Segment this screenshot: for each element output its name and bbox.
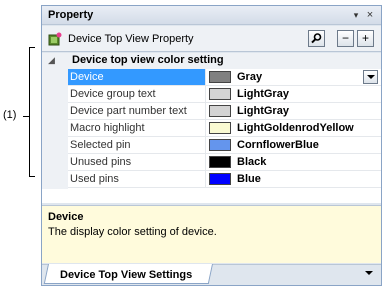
annotation-label: (1) xyxy=(3,109,17,121)
pin-icon[interactable]: ▾ xyxy=(351,10,361,21)
property-value[interactable]: Black xyxy=(237,154,266,170)
property-value[interactable]: CornflowerBlue xyxy=(237,137,319,153)
panel-toolbar: Device Top View Property − + xyxy=(42,26,381,52)
tab-bar: Device Top View Settings xyxy=(42,264,381,285)
property-row-device-part-number-text[interactable]: Device part number text LightGray xyxy=(68,103,381,120)
chevron-down-icon xyxy=(367,75,375,79)
property-row-device[interactable]: Device Gray xyxy=(68,69,381,86)
property-name: Macro highlight xyxy=(68,120,206,136)
grid-left-margin xyxy=(42,69,68,189)
color-swatch xyxy=(209,71,231,83)
property-row-device-group-text[interactable]: Device group text LightGray xyxy=(68,86,381,103)
description-text: The display color setting of device. xyxy=(48,226,217,238)
property-panel: Property ▾ × Device Top View Property − … xyxy=(41,5,382,286)
description-title: Device xyxy=(48,211,84,223)
property-value[interactable]: LightGray xyxy=(237,86,289,102)
property-grid: ◢ Device top view color setting Device G… xyxy=(42,53,381,203)
property-name: Unused pins xyxy=(68,154,206,170)
property-row-macro-highlight[interactable]: Macro highlight LightGoldenrodYellow xyxy=(68,120,381,137)
property-value[interactable]: Blue xyxy=(237,171,261,187)
toolbar-title: Device Top View Property xyxy=(68,33,194,45)
property-row-unused-pins[interactable]: Unused pins Black xyxy=(68,154,381,171)
collapse-all-button[interactable]: − xyxy=(337,30,354,47)
description-pane: Device The display color setting of devi… xyxy=(42,205,381,263)
property-value[interactable]: Gray xyxy=(237,69,262,85)
category-label: Device top view color setting xyxy=(72,54,224,66)
close-icon[interactable]: × xyxy=(364,9,376,21)
color-swatch xyxy=(209,173,231,185)
color-swatch xyxy=(209,88,231,100)
property-value[interactable]: LightGoldenrodYellow xyxy=(237,120,354,136)
collapse-triangle-icon[interactable]: ◢ xyxy=(48,55,55,66)
property-name: Used pins xyxy=(68,171,206,187)
property-name: Device group text xyxy=(68,86,206,102)
panel-title: Property xyxy=(48,9,94,21)
color-swatch xyxy=(209,122,231,134)
annotation-bracket xyxy=(29,47,35,177)
property-name: Device xyxy=(68,69,206,85)
color-swatch xyxy=(209,105,231,117)
category-row[interactable]: ◢ Device top view color setting xyxy=(42,53,381,69)
dropdown-button[interactable] xyxy=(363,70,378,84)
color-swatch xyxy=(209,156,231,168)
expand-all-button[interactable]: + xyxy=(357,30,374,47)
color-swatch xyxy=(209,139,231,151)
tab-device-top-view-settings[interactable]: Device Top View Settings xyxy=(60,269,192,281)
property-value[interactable]: LightGray xyxy=(237,103,289,119)
property-name: Device part number text xyxy=(68,103,206,119)
search-icon xyxy=(311,33,322,44)
property-row-selected-pin[interactable]: Selected pin CornflowerBlue xyxy=(68,137,381,154)
search-button[interactable] xyxy=(308,30,325,47)
tab-menu-chevron-icon[interactable] xyxy=(365,271,373,275)
property-name: Selected pin xyxy=(68,137,206,153)
device-view-icon xyxy=(48,32,62,46)
property-row-used-pins[interactable]: Used pins Blue xyxy=(68,171,381,188)
panel-titlebar: Property ▾ × xyxy=(42,6,381,25)
